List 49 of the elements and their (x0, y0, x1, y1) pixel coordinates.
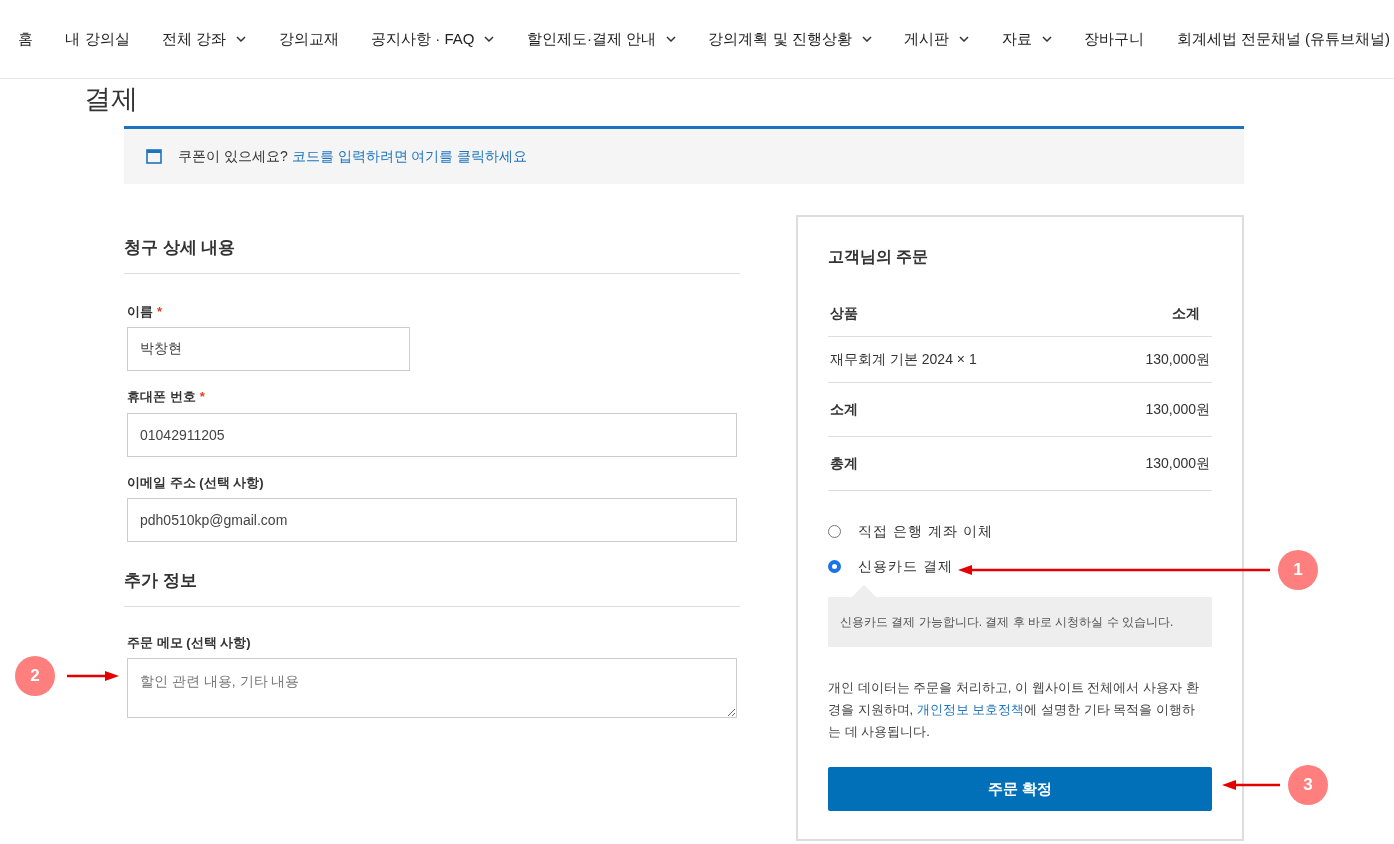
page-title: 결제 (84, 83, 139, 116)
payment-description: 신용카드 결제 가능합니다. 결제 후 바로 시청하실 수 있습니다. (828, 597, 1212, 647)
row-label: 소계 (830, 400, 858, 419)
nav-link[interactable]: 홈 (18, 27, 33, 51)
nav-link[interactable]: 게시판 (904, 27, 950, 51)
nav-link[interactable]: 강의교재 (278, 27, 339, 51)
nav-link[interactable]: 할인제도·결제 안내 (526, 27, 657, 51)
coupon-text: 쿠폰이 있으세요? (178, 147, 288, 166)
annotation-marker: 3 (1288, 765, 1328, 805)
radio-button[interactable] (828, 560, 841, 573)
order-notes-field[interactable]: 할인 관련 내용, 기타 내용 (127, 658, 737, 718)
field-label: 주문 메모 (선택 사항) (127, 633, 252, 652)
column-header: 소계 (1172, 304, 1200, 323)
amount: 130,000원 (1145, 454, 1210, 473)
arrow-right-icon (67, 670, 119, 682)
privacy-notice: 개인 데이터는 주문을 처리하고, 이 웹사이트 전체에서 사용자 환경을 지원하며, 개인정보 보호정책에 설명한 기타 목적을 이행하는 데 사용됩니다. (828, 679, 1200, 741)
window-icon (146, 149, 162, 164)
text-input[interactable]: pdh0510kp@gmail.com (127, 498, 737, 542)
place-order-button[interactable]: 주문 확정 (828, 767, 1212, 811)
payment-option-label: 신용카드 결제 (858, 557, 953, 576)
field-label-text: 이름 (127, 302, 153, 321)
payment-option-label: 직접 은행 계좌 이체 (858, 522, 993, 541)
privacy-policy-link[interactable]: 개인정보 보호정책 (916, 702, 1025, 717)
required-mark: * (199, 388, 205, 406)
order-heading: 고객님의 주문 (828, 247, 930, 267)
section-heading: 청구 상세 내용 (124, 235, 740, 274)
section-heading: 추가 정보 (124, 568, 740, 607)
nav-link[interactable]: 공지사항 · FAQ (371, 27, 475, 51)
field-label-text: 휴대폰 번호 (127, 388, 196, 406)
amount: 130,000원 (1145, 350, 1210, 369)
annotation-marker: 2 (15, 656, 55, 696)
text-input[interactable]: 01042911205 (127, 412, 737, 457)
row-label: 총계 (830, 454, 858, 473)
annotation-marker: 1 (1278, 550, 1318, 590)
arrow-left-icon (1222, 779, 1280, 791)
text-input[interactable]: 박창현 (127, 327, 410, 371)
arrow-left-icon (958, 564, 1270, 576)
nav-link[interactable]: 내 강의실 (65, 27, 130, 51)
row-label: 재무회계 기본 2024 × 1 (830, 350, 977, 369)
nav-link[interactable]: 전체 강좌 (162, 27, 227, 51)
required-mark: * (157, 302, 163, 321)
nav-link[interactable]: 강의계획 및 진행상황 (708, 27, 852, 51)
coupon-link[interactable]: 코드를 입력하려면 여기를 클릭하세요 (291, 146, 528, 167)
nav-link[interactable]: 장바구니 (1084, 27, 1145, 51)
field-label-text: 이메일 주소 (선택 사항) (127, 473, 264, 492)
nav-link[interactable]: 회계세법 전문채널 (유튜브채널) (1176, 27, 1390, 51)
amount: 130,000원 (1145, 400, 1210, 419)
nav-link[interactable]: 자료 (1001, 27, 1032, 51)
column-header: 상품 (830, 304, 858, 323)
